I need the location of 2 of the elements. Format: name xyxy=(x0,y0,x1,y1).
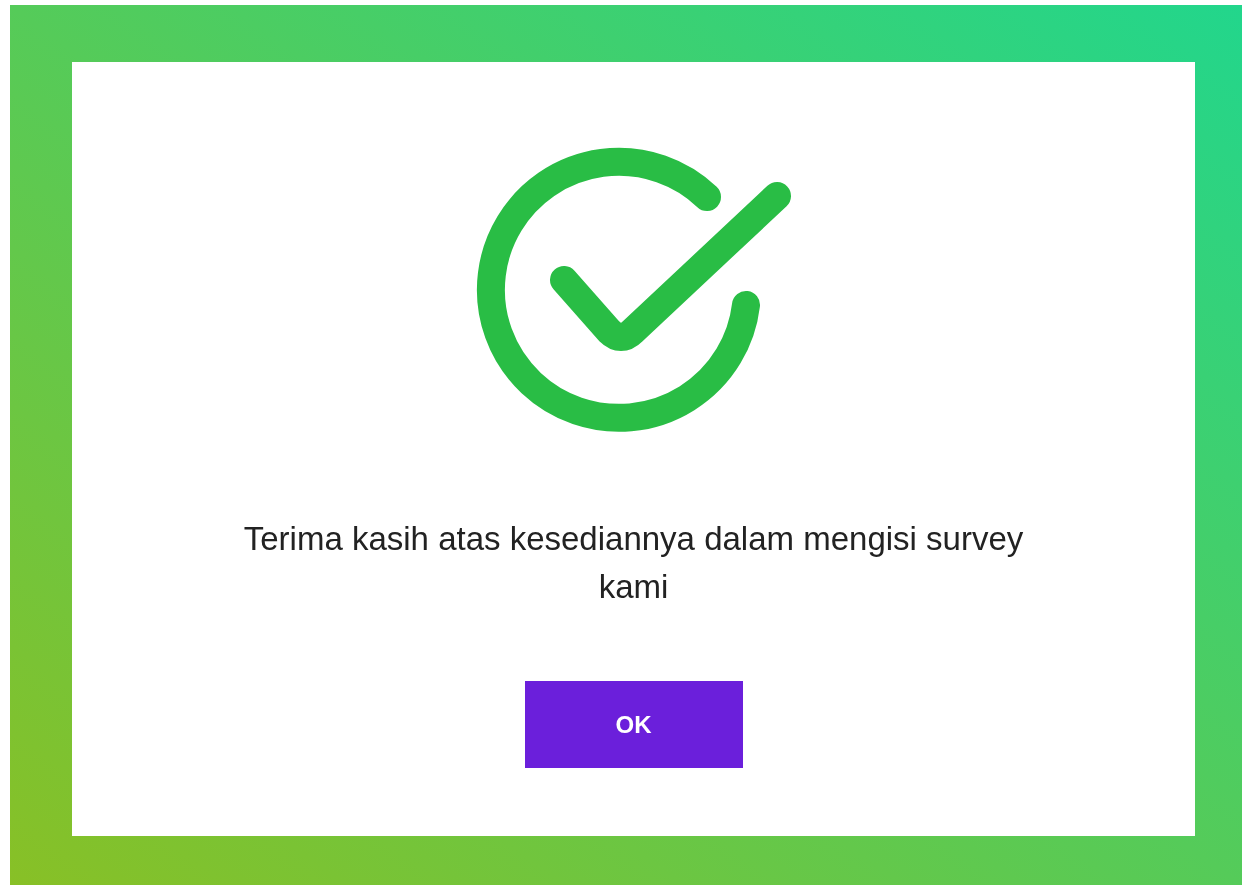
thank-you-message: Terima kasih atas kesediannya dalam mengisi survey kami xyxy=(242,519,1025,607)
ok-button[interactable]: OK xyxy=(524,681,743,768)
